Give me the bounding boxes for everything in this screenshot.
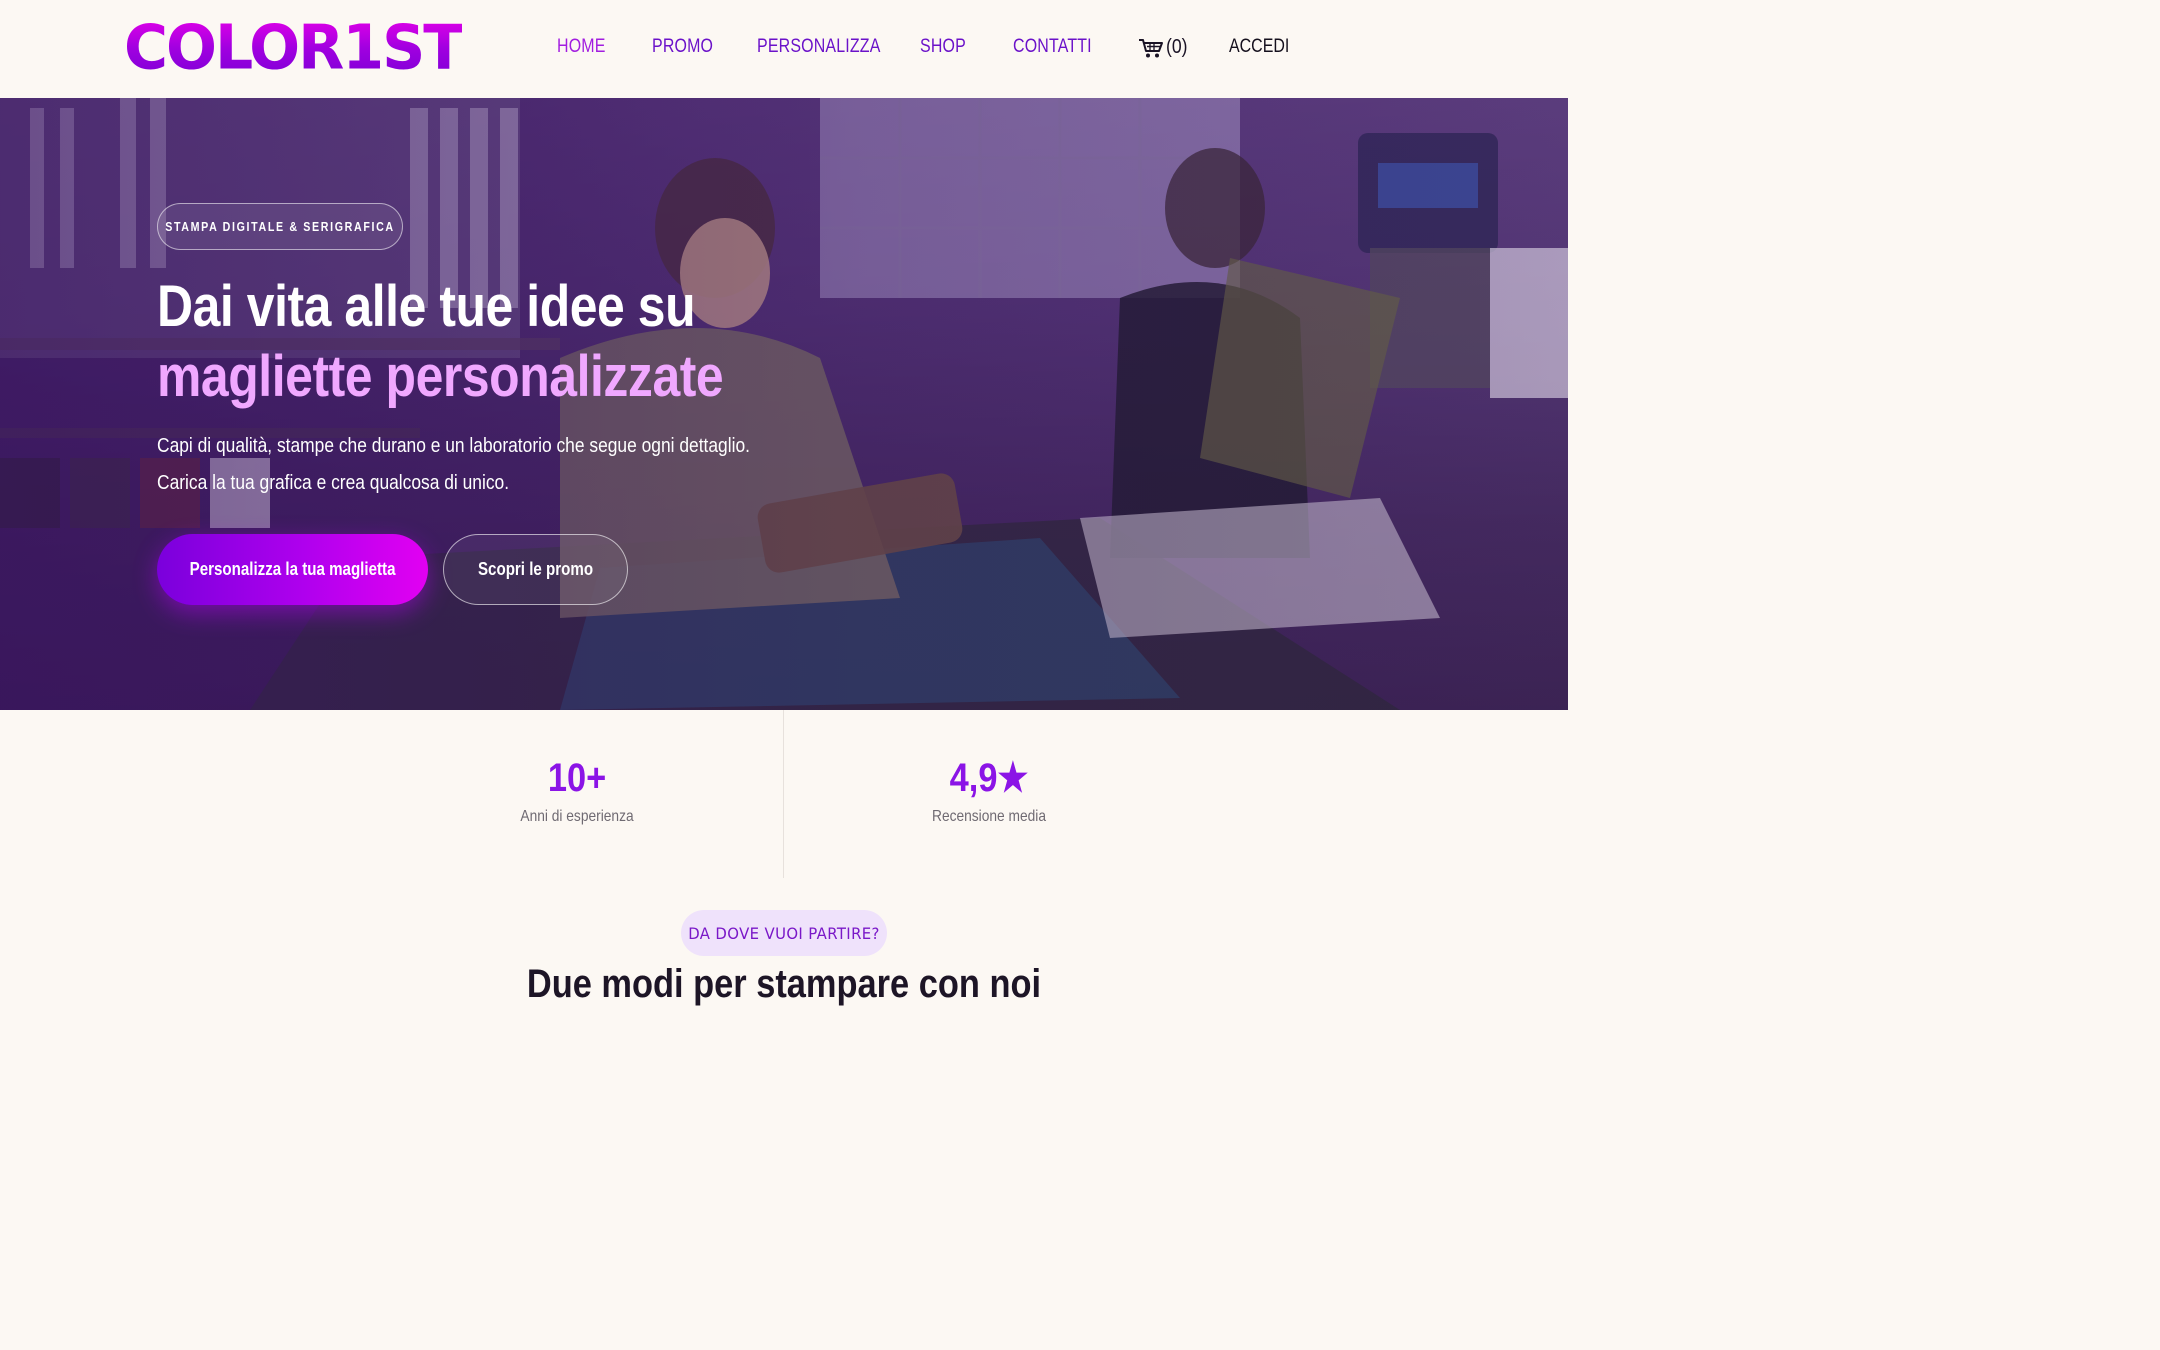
hero-title-plain: Dai vita alle tue idee su	[157, 274, 696, 339]
stats-divider	[783, 710, 784, 878]
customize-shirt-button-label: Personalizza la tua maglietta	[189, 559, 396, 579]
discover-promo-button-label: Scopri le promo	[477, 559, 594, 579]
hero-badge: STAMPA DIGITALE & SERIGRAFICA	[157, 203, 403, 250]
nav-item-personalizza[interactable]: PERSONALIZZA	[757, 36, 881, 58]
stat-experience: 10+ Anni di esperienza	[427, 754, 727, 826]
stats-section: 10+ Anni di esperienza 4,9★ Recensione m…	[0, 710, 1568, 878]
hero-subtitle: Capi di qualità, stampe che durano e un …	[157, 435, 750, 494]
customize-shirt-button[interactable]: Personalizza la tua maglietta	[157, 534, 428, 605]
nav-item-shop[interactable]: SHOP	[920, 36, 966, 58]
cart-icon	[1139, 38, 1163, 57]
section-eyebrow-label: DA DOVE VUOI PARTIRE?	[688, 923, 880, 943]
hero-badge-label: STAMPA DIGITALE & SERIGRAFICA	[165, 219, 395, 234]
brand-logo[interactable]: COLOR1ST	[124, 15, 464, 80]
hero-title-accent: magliette personalizzate	[157, 344, 724, 409]
stat-value: 10+	[547, 756, 607, 800]
section-eyebrow: DA DOVE VUOI PARTIRE?	[681, 910, 887, 956]
nav-item-contatti[interactable]: CONTATTI	[1013, 36, 1092, 58]
cart-button[interactable]: (0)	[1138, 36, 1190, 59]
login-link[interactable]: ACCEDI	[1229, 36, 1289, 58]
hero-title: Dai vita alle tue idee su magliette pers…	[157, 272, 811, 412]
nav-item-promo[interactable]: PROMO	[652, 36, 713, 58]
cart-count: (0)	[1166, 36, 1188, 58]
discover-promo-button[interactable]: Scopri le promo	[443, 534, 628, 605]
nav-item-home[interactable]: HOME	[557, 36, 606, 58]
section-title-text: Due modi per stampare con noi	[526, 962, 1042, 1006]
stat-value: 4,9★	[949, 756, 1029, 800]
stat-label: Recensione media	[932, 808, 1046, 825]
site-header: COLOR1ST HOME PROMO PERSONALIZZA SHOP CO…	[0, 0, 1568, 98]
stat-rating: 4,9★ Recensione media	[839, 754, 1139, 826]
hero-section: STAMPA DIGITALE & SERIGRAFICA Dai vita a…	[0, 98, 1568, 710]
stat-label: Anni di esperienza	[520, 808, 634, 825]
section-title: Due modi per stampare con noi	[0, 960, 1568, 1008]
